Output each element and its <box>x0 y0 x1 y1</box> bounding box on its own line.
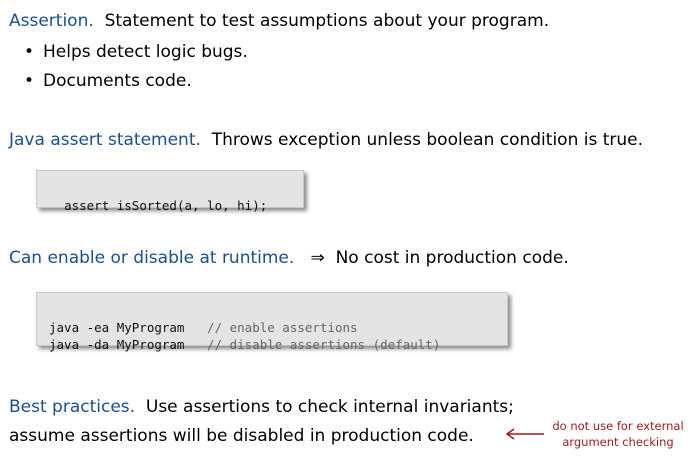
code-command: java -ea MyProgram <box>49 320 185 335</box>
best-practices-heading: Best practices. Use assertions to check … <box>9 396 514 418</box>
best-practices-text: Use assertions to check internal invaria… <box>145 397 514 417</box>
note-line: argument checking <box>562 435 674 449</box>
best-practices-line2: assume assertions will be disabled in pr… <box>9 425 474 447</box>
assertion-definition: Statement to test assumptions about your… <box>104 11 550 31</box>
bullet-dot-icon: • <box>24 71 35 91</box>
annotation-note: do not use for external argument checkin… <box>548 418 688 450</box>
bullet-text: Documents code. <box>43 71 192 91</box>
runtime-heading: Can enable or disable at runtime. ⇒ No c… <box>9 247 569 269</box>
code-command: java -da MyProgram <box>49 337 185 352</box>
code-comment: // disable assertions (default) <box>207 337 441 352</box>
bullet-dot-icon: • <box>24 42 35 62</box>
runtime-code-box: java -ea MyProgram // enable assertions j… <box>36 292 508 352</box>
code-line: java -ea MyProgram // enable assertions <box>49 319 495 336</box>
assertion-heading: Assertion. Statement to test assumptions… <box>9 10 549 32</box>
java-assert-term: Java assert statement. <box>9 130 201 150</box>
bullet-text: Helps detect logic bugs. <box>43 42 248 62</box>
bullet-item: • Documents code. <box>24 70 192 92</box>
bullet-item: • Helps detect logic bugs. <box>24 41 248 63</box>
java-assert-description: Throws exception unless boolean conditio… <box>211 130 644 150</box>
assert-code-box: assert isSorted(a, lo, hi); <box>36 170 304 213</box>
left-arrow-icon <box>505 428 544 440</box>
code-line: java -da MyProgram // disable assertions… <box>49 336 495 353</box>
code-comment: // enable assertions <box>207 320 358 335</box>
runtime-description: No cost in production code. <box>335 248 569 268</box>
best-practices-text2: assume assertions will be disabled in pr… <box>9 426 474 446</box>
assertion-term: Assertion. <box>9 11 94 31</box>
java-assert-heading: Java assert statement. Throws exception … <box>9 129 643 151</box>
best-practices-term: Best practices. <box>9 397 136 417</box>
note-line: do not use for external <box>552 419 684 433</box>
runtime-term: Can enable or disable at runtime. <box>9 248 295 268</box>
assert-code-line: assert isSorted(a, lo, hi); <box>64 198 268 213</box>
implies-arrow-icon: ⇒ <box>310 248 325 268</box>
